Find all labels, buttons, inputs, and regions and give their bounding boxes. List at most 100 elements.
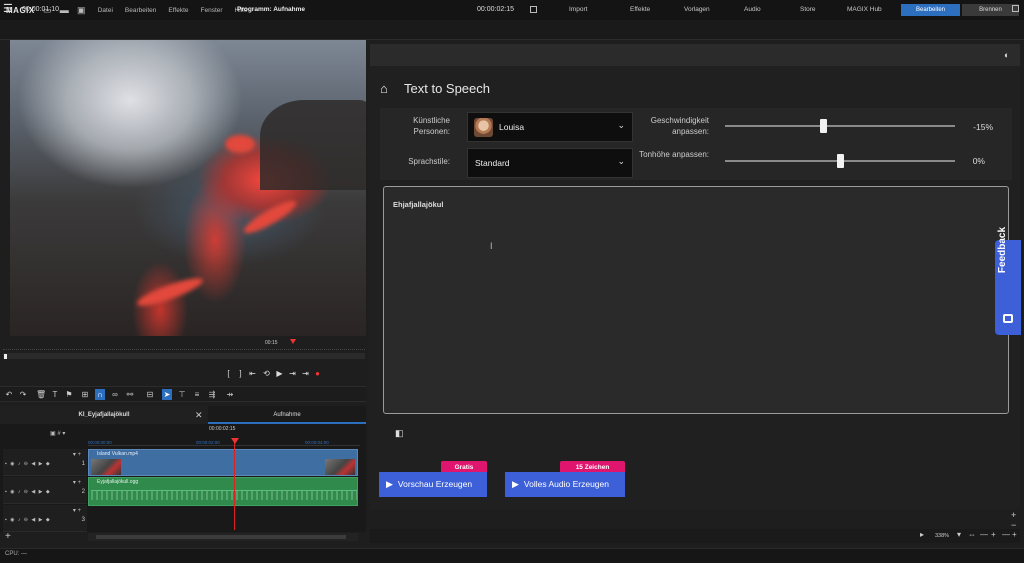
play-icon[interactable]: ▶ bbox=[275, 369, 284, 378]
group-icon[interactable]: ⊞ bbox=[80, 389, 90, 400]
track-header-tools-icon[interactable]: ▣ # ▾ bbox=[50, 430, 65, 437]
zoom-in-icon[interactable]: + bbox=[991, 530, 996, 539]
tab-effekte[interactable]: Effekte bbox=[630, 6, 650, 13]
ripple-all-icon[interactable]: ≡ bbox=[192, 389, 202, 400]
preview-scrub-bar[interactable] bbox=[3, 353, 365, 359]
close-tab-icon[interactable]: ✕ bbox=[195, 410, 203, 421]
menu-fenster[interactable]: Fenster bbox=[201, 7, 223, 14]
program-bar bbox=[0, 20, 1024, 40]
tab-import[interactable]: Import bbox=[569, 6, 587, 13]
timeline-scrollbar[interactable] bbox=[88, 533, 358, 541]
zoom-min-icon[interactable]: — bbox=[1002, 530, 1010, 539]
persons-label: Künstliche Personen: bbox=[413, 116, 450, 136]
clip-thumbnail bbox=[91, 459, 121, 475]
home-icon[interactable]: ⌂ bbox=[380, 81, 388, 96]
play-icon: ▶ bbox=[386, 479, 393, 489]
record-icon[interactable]: ● bbox=[313, 369, 322, 378]
go-to-start-icon[interactable]: ⇤ bbox=[248, 369, 257, 378]
redo-icon[interactable]: ↷ bbox=[18, 389, 28, 400]
track-add-icon[interactable]: ▾ + bbox=[73, 507, 81, 514]
open-folder-icon[interactable]: ▬ bbox=[60, 5, 69, 15]
track-controls-icon[interactable]: ▪ ◉ ♪ ⊖ ◀ ▶ ◆ bbox=[5, 517, 51, 523]
tts-text-input[interactable]: Ehjafjallajökul bbox=[383, 186, 1009, 414]
status-bar bbox=[0, 548, 1024, 563]
track-add-icon[interactable]: ▾ + bbox=[73, 479, 81, 486]
tab-vorlagen[interactable]: Vorlagen bbox=[684, 6, 710, 13]
track-controls-icon[interactable]: ▪ ◉ ♪ ⊖ ◀ ▶ ◆ bbox=[5, 461, 51, 467]
preview-generate-button[interactable]: ▶ Vorschau Erzeugen bbox=[379, 472, 487, 497]
save-icon[interactable]: ▣ bbox=[77, 5, 86, 15]
text-tool-icon[interactable]: T bbox=[50, 389, 60, 400]
tab-magix-hub[interactable]: MAGIX Hub bbox=[847, 6, 882, 13]
mark-out-icon[interactable]: ] bbox=[236, 369, 245, 378]
add-track-icon[interactable]: + bbox=[5, 531, 11, 542]
full-audio-generate-button[interactable]: ▶ Volles Audio Erzeugen bbox=[505, 472, 625, 497]
tab-audio[interactable]: Audio bbox=[744, 6, 761, 13]
playhead-handle[interactable] bbox=[231, 438, 239, 444]
track-header-3[interactable]: ▾ + ▪ ◉ ♪ ⊖ ◀ ▶ ◆ 3 bbox=[3, 505, 87, 532]
play-icon: ▶ bbox=[512, 479, 519, 489]
voice-sample-icon[interactable]: ◧ bbox=[395, 428, 404, 439]
menu-datei[interactable]: Datei bbox=[98, 7, 113, 14]
preview-position-marker[interactable] bbox=[290, 339, 296, 344]
undo-icon[interactable]: ↶ bbox=[4, 389, 14, 400]
delete-icon[interactable]: 🗑 bbox=[36, 389, 46, 400]
ruler-tick-label: 00:00:00:00 bbox=[88, 440, 112, 445]
panel-header-strip bbox=[370, 44, 1020, 66]
split-icon[interactable]: ⊟ bbox=[145, 389, 155, 400]
menu-bearbeiten[interactable]: Bearbeiten bbox=[125, 7, 156, 14]
persons-dropdown[interactable]: Louisa ⌄ bbox=[467, 112, 633, 142]
magnet-icon[interactable]: ∩ bbox=[95, 389, 105, 400]
zoom-fit-icon[interactable]: ⇔ bbox=[968, 530, 976, 539]
pitch-slider-knob[interactable] bbox=[837, 154, 844, 168]
speaker-settings-icon[interactable]: ◐ bbox=[1004, 50, 1016, 60]
next-marker-icon[interactable]: ⇥ bbox=[288, 369, 297, 378]
magix-window: MAGIX ▭ ▬ ▣ Datei Bearbeiten Effekte Fen… bbox=[0, 0, 1024, 563]
speed-slider[interactable] bbox=[725, 125, 955, 127]
timeline-scroll-thumb[interactable] bbox=[96, 535, 346, 539]
feedback-tab[interactable]: Feedback bbox=[995, 227, 1021, 335]
speed-value: -15% bbox=[973, 122, 993, 132]
style-value: Standard bbox=[475, 158, 510, 168]
style-dropdown[interactable]: Standard ⌄ bbox=[467, 148, 633, 178]
speed-label: Geschwindigkeit anpassen: bbox=[650, 116, 709, 136]
menu-effekte[interactable]: Effekte bbox=[168, 7, 188, 14]
link-icon[interactable]: ∞ bbox=[110, 389, 120, 400]
zoom-value[interactable]: 338% bbox=[935, 533, 949, 539]
zoom-dropdown-icon[interactable]: ▾ bbox=[957, 530, 961, 539]
mode-edit-button[interactable]: Bearbeiten bbox=[901, 4, 960, 16]
pointer-tool-icon[interactable]: ➤ bbox=[162, 389, 172, 400]
preview-scrub-knob[interactable] bbox=[4, 354, 7, 359]
track-header-2[interactable]: ▾ + ▪ ◉ ♪ ⊖ ◀ ▶ ◆ 2 bbox=[3, 477, 87, 504]
project-tab-aufnahme[interactable]: Aufnahme bbox=[208, 406, 366, 424]
tab-store[interactable]: Store bbox=[800, 6, 816, 13]
video-preview bbox=[10, 40, 366, 336]
ripple-mode-icon[interactable]: ⊤ bbox=[177, 389, 187, 400]
track-header-1[interactable]: ▾ + ▪ ◉ ♪ ⊖ ◀ ▶ ◆ 1 bbox=[3, 449, 87, 476]
preview-button-label: Vorschau Erzeugen bbox=[397, 479, 473, 489]
track-controls-icon[interactable]: ▪ ◉ ♪ ⊖ ◀ ▶ ◆ bbox=[5, 489, 51, 495]
panel-window-icon[interactable] bbox=[1012, 5, 1019, 12]
preview-ruler[interactable] bbox=[3, 338, 365, 350]
project-tabs: KI_Eyjafjallajökull ✕ Aufnahme bbox=[0, 406, 366, 424]
hamburger-menu-icon[interactable]: ☰ bbox=[3, 4, 14, 15]
playhead[interactable] bbox=[234, 440, 235, 530]
multicam-icon[interactable]: ⇸ bbox=[225, 389, 235, 400]
track-add-icon[interactable]: ▾ + bbox=[73, 451, 81, 458]
speed-slider-knob[interactable] bbox=[819, 119, 827, 133]
loop-icon[interactable]: ⟲ bbox=[262, 369, 271, 378]
mark-in-icon[interactable]: [ bbox=[224, 369, 233, 378]
project-tab-ki[interactable]: KI_Eyjafjallajökull bbox=[0, 406, 208, 424]
audio-clip[interactable]: Eyjafjallajökull.ogg bbox=[88, 477, 358, 506]
maximize-preview-icon[interactable] bbox=[530, 6, 537, 13]
track-number: 1 bbox=[81, 461, 85, 467]
zoom-max-icon[interactable]: + bbox=[1012, 530, 1017, 539]
scroll-right-icon[interactable]: ▸ bbox=[920, 530, 924, 539]
marker-flag-icon[interactable]: ⚑ bbox=[64, 389, 74, 400]
zoom-out-icon[interactable]: — bbox=[980, 530, 988, 539]
trim-mode-icon[interactable]: ⇶ bbox=[207, 389, 217, 400]
go-to-end-icon[interactable]: ⇥ bbox=[301, 369, 310, 378]
unlink-icon[interactable]: ⚯ bbox=[125, 389, 135, 400]
mode-burn-button[interactable]: Brennen bbox=[962, 4, 1019, 16]
video-clip[interactable]: Island Vulkan.mp4 bbox=[88, 449, 358, 476]
